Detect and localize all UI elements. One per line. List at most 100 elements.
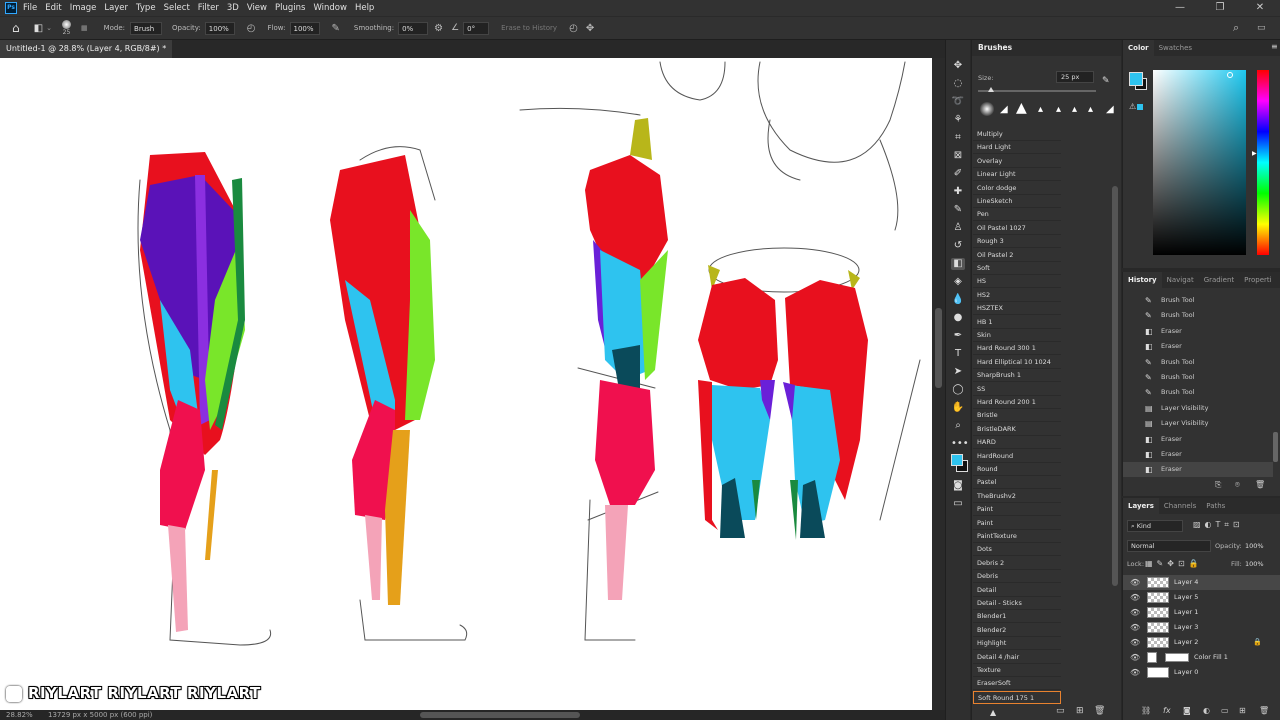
brush-list-item[interactable]: HS2 bbox=[973, 288, 1061, 302]
hue-slider[interactable] bbox=[1257, 70, 1269, 255]
new-brush-button-icon[interactable]: ⊞ bbox=[1076, 706, 1084, 716]
zoom-tool-icon[interactable]: ⌕ bbox=[951, 420, 965, 432]
new-folder-icon[interactable]: ▭ bbox=[1056, 706, 1065, 716]
history-item[interactable]: ✎ Brush Tool bbox=[1123, 293, 1273, 308]
brush-list-item[interactable]: Linear Light bbox=[973, 168, 1061, 182]
layer-filter-kind[interactable]: ⌕ Kind bbox=[1127, 520, 1183, 532]
brush-tool-icon[interactable]: ✎ bbox=[951, 204, 965, 216]
maximize-button[interactable]: ❐ bbox=[1200, 0, 1240, 16]
link-layers-icon[interactable]: ⛓ bbox=[1141, 706, 1151, 715]
trash-icon[interactable]: 🗑 bbox=[1255, 480, 1265, 489]
history-item[interactable]: ✎ Brush Tool bbox=[1123, 370, 1273, 385]
pressure-opacity-icon[interactable]: ◴ bbox=[247, 23, 256, 34]
history-item[interactable]: ✎ Brush Tool bbox=[1123, 308, 1273, 323]
eraser-tool-icon[interactable]: ◧ bbox=[951, 258, 965, 270]
visibility-eye-icon[interactable]: 👁 bbox=[1130, 665, 1140, 680]
menu-file[interactable]: File bbox=[23, 3, 37, 13]
menu-view[interactable]: View bbox=[247, 3, 267, 13]
brush-size-input[interactable]: 25 px bbox=[1056, 71, 1094, 83]
stamp-tool-icon[interactable]: ♙ bbox=[951, 222, 965, 234]
adjustment-layer-icon[interactable]: ◐ bbox=[1203, 706, 1210, 715]
history-item[interactable]: ✎ Brush Tool bbox=[1123, 385, 1273, 400]
opacity-input[interactable]: 100% bbox=[204, 21, 235, 35]
brush-list-item[interactable]: Soft bbox=[973, 262, 1061, 275]
brush-list-item[interactable]: HS bbox=[973, 275, 1061, 289]
lock-icons[interactable]: ▦✎✥⊡🔒 bbox=[1145, 559, 1203, 568]
vertical-scrollbar[interactable] bbox=[935, 308, 942, 388]
brush-list-item[interactable]: TheBrushv2 bbox=[973, 489, 1061, 503]
brush-settings-icon[interactable]: ▦ bbox=[81, 24, 88, 32]
angle-input[interactable]: 0° bbox=[463, 21, 490, 35]
tab-channels[interactable]: Channels bbox=[1159, 498, 1201, 514]
brush-list-item[interactable]: Dots bbox=[973, 543, 1061, 557]
brush-list-item[interactable]: Overlay bbox=[973, 154, 1061, 168]
lasso-tool-icon[interactable]: ➰ bbox=[951, 96, 965, 108]
new-layer-icon[interactable]: ⊞ bbox=[1239, 706, 1246, 715]
websafe-color-swatch[interactable] bbox=[1137, 104, 1143, 110]
brush-list-item[interactable]: Pastel bbox=[973, 476, 1061, 490]
path-select-tool-icon[interactable]: ➤ bbox=[951, 366, 965, 378]
type-tool-icon[interactable]: T bbox=[951, 348, 965, 360]
document-tab[interactable]: Untitled-1 @ 28.8% (Layer 4, RGB/8#) * bbox=[0, 40, 173, 58]
color-picker-handle[interactable] bbox=[1227, 72, 1233, 78]
visibility-eye-icon[interactable]: 👁 bbox=[1130, 635, 1140, 650]
fg-color-swatch[interactable] bbox=[1129, 72, 1143, 86]
menu-3d[interactable]: 3D bbox=[227, 3, 239, 13]
visibility-eye-icon[interactable]: 👁 bbox=[1130, 575, 1140, 590]
history-item[interactable]: ▤ Layer Visibility bbox=[1123, 416, 1273, 431]
visibility-eye-icon[interactable]: 👁 bbox=[1130, 620, 1140, 635]
brush-tip-icon[interactable]: ◢ bbox=[1106, 104, 1114, 115]
brush-list-item[interactable]: Paint bbox=[973, 503, 1061, 517]
workspace-icon[interactable]: ▭ bbox=[1257, 23, 1266, 33]
brush-list-item[interactable]: Debris 2 bbox=[973, 556, 1061, 570]
visibility-eye-icon[interactable]: 👁 bbox=[1130, 650, 1140, 665]
brush-tip-icon[interactable]: ▴ bbox=[1038, 104, 1043, 115]
dodge-tool-icon[interactable]: ● bbox=[951, 312, 965, 324]
panel-menu-icon[interactable]: ≡ bbox=[1271, 42, 1278, 51]
symmetry-icon[interactable]: ✥ bbox=[586, 23, 594, 34]
brush-list-item[interactable]: Skin bbox=[973, 329, 1061, 342]
tab-color[interactable]: Color bbox=[1123, 40, 1154, 56]
brush-list-item[interactable]: HB 1 bbox=[973, 315, 1061, 329]
history-item[interactable]: ✎ Brush Tool bbox=[1123, 355, 1273, 370]
screen-mode-icon[interactable]: ▭ bbox=[951, 498, 965, 510]
history-item[interactable]: ◧ Eraser bbox=[1123, 324, 1273, 339]
blur-tool-icon[interactable]: 💧 bbox=[951, 294, 965, 306]
brush-tip-icon[interactable]: ▲ bbox=[1016, 100, 1027, 116]
brush-size-small-icon[interactable]: ▲ bbox=[990, 708, 996, 717]
healing-tool-icon[interactable]: ✚ bbox=[951, 186, 965, 198]
history-item[interactable]: ◧ Eraser bbox=[1123, 447, 1273, 462]
flow-input[interactable]: 100% bbox=[289, 21, 320, 35]
brush-list-item[interactable]: Blender2 bbox=[973, 623, 1061, 637]
layer-row[interactable]: 👁 Layer 0 bbox=[1123, 665, 1280, 680]
quick-mask-icon[interactable]: ◙ bbox=[951, 480, 965, 492]
layer-row[interactable]: 👁 Layer 2 🔒 bbox=[1123, 635, 1280, 650]
eyedropper-tool-icon[interactable]: ✐ bbox=[951, 168, 965, 180]
soft-round-brush-icon[interactable] bbox=[980, 102, 994, 116]
tab-history[interactable]: History bbox=[1123, 272, 1162, 288]
history-item[interactable]: ▤ Layer Visibility bbox=[1123, 401, 1273, 416]
brush-list-item[interactable]: LineSketch bbox=[973, 195, 1061, 208]
menu-edit[interactable]: Edit bbox=[45, 3, 61, 13]
canvas[interactable] bbox=[0, 58, 932, 710]
gear-icon[interactable]: ⚙ bbox=[434, 23, 443, 34]
brush-preset-picker[interactable]: 25 bbox=[61, 20, 71, 36]
eraser-tool-icon[interactable]: ◧ bbox=[34, 23, 43, 34]
layer-filter-icons[interactable]: ▨◐T⌗⊡ bbox=[1193, 520, 1244, 530]
brush-list-item[interactable]: HARD bbox=[973, 436, 1061, 450]
menu-select[interactable]: Select bbox=[164, 3, 190, 13]
brush-list-item[interactable]: PaintTexture bbox=[973, 530, 1061, 543]
visibility-eye-icon[interactable]: 👁 bbox=[1130, 605, 1140, 620]
horizontal-scrollbar[interactable] bbox=[420, 712, 580, 718]
paint-bucket-tool-icon[interactable]: ◈ bbox=[951, 276, 965, 288]
frame-tool-icon[interactable]: ⊠ bbox=[951, 150, 965, 162]
hand-tool-icon[interactable]: ✋ bbox=[951, 402, 965, 414]
brush-list-item[interactable]: Hard Round 300 1 bbox=[973, 342, 1061, 356]
history-item[interactable]: ◧ Eraser bbox=[1123, 462, 1273, 478]
tab-properties[interactable]: Properti bbox=[1239, 272, 1276, 288]
airbrush-icon[interactable]: ✎ bbox=[332, 23, 340, 34]
menu-layer[interactable]: Layer bbox=[104, 3, 128, 13]
brush-list-item[interactable]: Color dodge bbox=[973, 181, 1061, 195]
brush-list-item[interactable]: Paint bbox=[973, 516, 1061, 530]
brush-list-item[interactable]: Texture bbox=[973, 664, 1061, 677]
